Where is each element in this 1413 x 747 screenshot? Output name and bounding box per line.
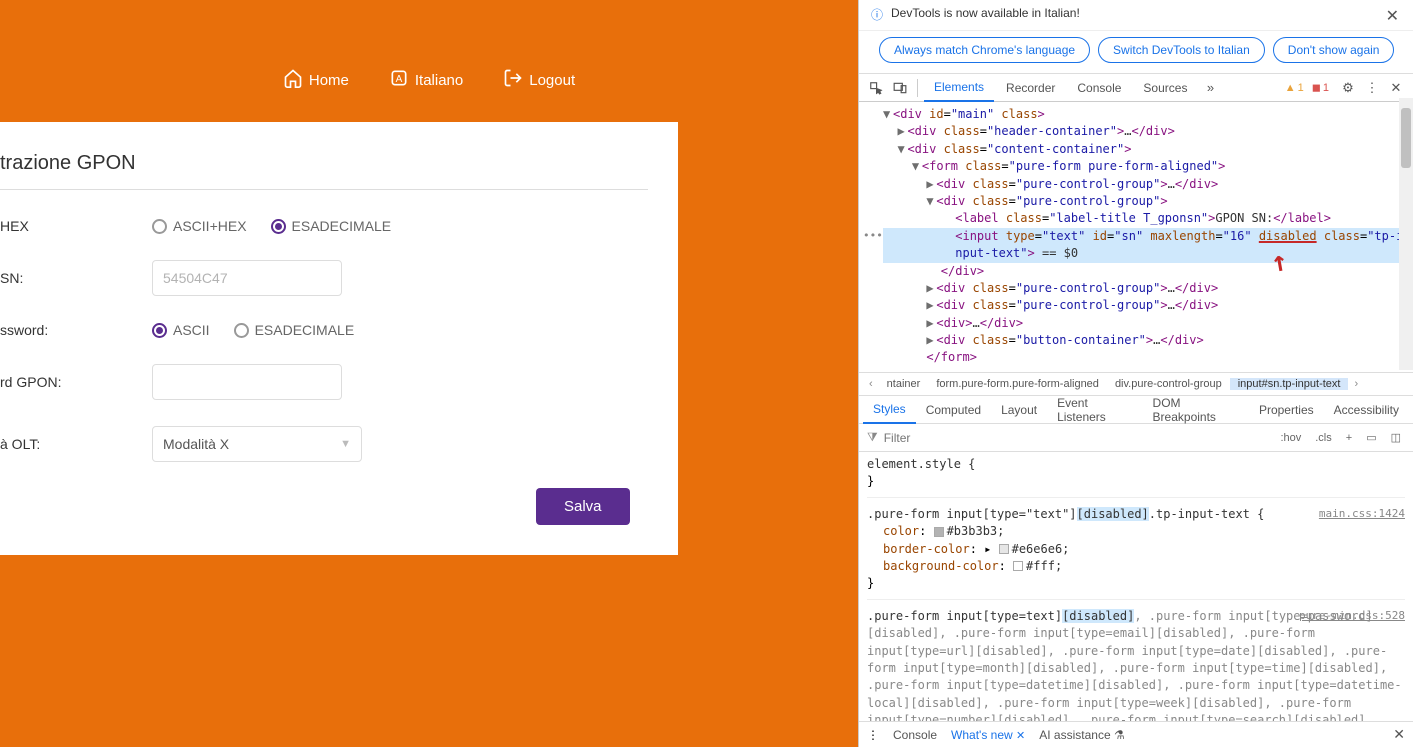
crumb-scroll-left[interactable]: ‹ xyxy=(863,378,879,390)
radio-ascii[interactable]: ASCII xyxy=(152,322,210,338)
chevron-down-icon: ▼ xyxy=(340,438,351,450)
subtab-computed[interactable]: Computed xyxy=(916,396,991,424)
devtools-tabs: Elements Recorder Console Sources » ▲1 ◼… xyxy=(859,74,1413,102)
filter-input[interactable] xyxy=(884,431,1271,445)
nav-language-label: Italiano xyxy=(415,72,463,89)
styles-subtabs: Styles Computed Layout Event Listeners D… xyxy=(859,396,1413,424)
gpon-password-input[interactable] xyxy=(152,364,342,400)
drawer-tab-console[interactable]: Console xyxy=(893,728,937,742)
nav-logout-label: Logout xyxy=(529,72,575,89)
tab-elements[interactable]: Elements xyxy=(924,74,994,102)
row-sn: SN: xyxy=(0,260,648,296)
hov-toggle[interactable]: :hov xyxy=(1276,432,1305,444)
subtab-event-listeners[interactable]: Event Listeners xyxy=(1047,396,1142,424)
olt-mode-select[interactable]: Modalità X ▼ xyxy=(152,426,362,462)
nav-logout[interactable]: Logout xyxy=(503,68,575,92)
more-tabs-icon[interactable]: » xyxy=(1199,77,1221,99)
label-sn: SN: xyxy=(0,270,152,286)
subtab-styles[interactable]: Styles xyxy=(863,396,916,424)
close-icon: ✕ xyxy=(1016,730,1025,742)
style-source-link[interactable]: pure-min.css:528 xyxy=(1299,608,1405,624)
kebab-icon[interactable]: ⋮ xyxy=(1361,77,1383,99)
nav-home[interactable]: Home xyxy=(283,68,349,92)
banner-btn-dont-show[interactable]: Don't show again xyxy=(1273,37,1395,63)
crumb-container[interactable]: ntainer xyxy=(879,378,929,390)
style-source-link[interactable]: main.css:1424 xyxy=(1319,506,1405,522)
sidebar-toggle-icon[interactable]: ◫ xyxy=(1387,431,1405,444)
save-button[interactable]: Salva xyxy=(536,488,630,525)
scrollbar[interactable] xyxy=(1399,98,1413,370)
crumb-scroll-right[interactable]: › xyxy=(1348,378,1364,390)
info-icon: ⓘ xyxy=(871,6,883,23)
styles-panel[interactable]: element.style { } main.css:1424 .pure-fo… xyxy=(859,452,1413,721)
radio-esadecimale-2[interactable]: ESADECIMALE xyxy=(234,322,355,338)
devtools-panel: ⓘ DevTools is now available in Italian! … xyxy=(858,0,1413,747)
radio-icon xyxy=(271,219,286,234)
style-rule: main.css:1424 .pure-form input[type="tex… xyxy=(867,506,1405,600)
logout-icon xyxy=(503,68,523,92)
filter-icon: ⧩ xyxy=(867,430,878,445)
select-value: Modalità X xyxy=(163,436,229,452)
row-olt-mode: à OLT: Modalità X ▼ xyxy=(0,426,648,462)
nav-language[interactable]: A Italiano xyxy=(389,68,463,92)
style-rule: element.style { } xyxy=(867,456,1405,498)
radio-icon xyxy=(152,323,167,338)
label-hex: HEX xyxy=(0,218,152,234)
drawer: ⋮ Console What's new ✕ AI assistance ⚗ ✕ xyxy=(859,721,1413,747)
issues-badge[interactable]: ◼1 xyxy=(1312,81,1329,94)
dom-selected-line: ••• <input type="text" id="sn" maxlength… xyxy=(883,228,1413,245)
inspect-icon[interactable] xyxy=(865,77,887,99)
settings-card: trazione GPON HEX ASCII+HEX ESADECIMALE … xyxy=(0,122,678,555)
banner-text: DevTools is now available in Italian! xyxy=(891,6,1374,20)
subtab-layout[interactable]: Layout xyxy=(991,396,1047,424)
radio-icon xyxy=(234,323,249,338)
kebab-icon[interactable]: ⋮ xyxy=(867,728,879,742)
nav-home-label: Home xyxy=(309,72,349,89)
close-icon[interactable]: ✕ xyxy=(1393,726,1405,743)
new-rule-icon[interactable]: + xyxy=(1342,432,1356,444)
subtab-dom-breakpoints[interactable]: DOM Breakpoints xyxy=(1143,396,1249,424)
tab-console[interactable]: Console xyxy=(1067,74,1131,102)
warnings-badge[interactable]: ▲1 xyxy=(1285,82,1304,94)
breadcrumb: ‹ ntainer form.pure-form.pure-form-align… xyxy=(859,372,1413,396)
cls-toggle[interactable]: .cls xyxy=(1311,432,1336,444)
devtools-banner: ⓘ DevTools is now available in Italian! … xyxy=(859,0,1413,31)
dom-tree[interactable]: ▼<div id="main" class> ▶<div class="head… xyxy=(859,102,1413,372)
tab-recorder[interactable]: Recorder xyxy=(996,74,1065,102)
banner-btn-always-match[interactable]: Always match Chrome's language xyxy=(879,37,1090,63)
row-hex-mode: HEX ASCII+HEX ESADECIMALE xyxy=(0,218,648,234)
radio-esadecimale-1[interactable]: ESADECIMALE xyxy=(271,218,392,234)
styles-filter-bar: ⧩ :hov .cls + ▭ ◫ xyxy=(859,424,1413,452)
tab-sources[interactable]: Sources xyxy=(1133,74,1197,102)
subtab-accessibility[interactable]: Accessibility xyxy=(1324,396,1409,424)
crumb-input[interactable]: input#sn.tp-input-text xyxy=(1230,378,1349,390)
label-olt: à OLT: xyxy=(0,436,152,452)
page-title: trazione GPON xyxy=(0,152,648,190)
app-pane: Home A Italiano Logout trazione GPON HEX… xyxy=(0,0,858,747)
radio-ascii-hex[interactable]: ASCII+HEX xyxy=(152,218,247,234)
computed-toggle-icon[interactable]: ▭ xyxy=(1362,431,1380,444)
subtab-properties[interactable]: Properties xyxy=(1249,396,1324,424)
radio-icon xyxy=(152,219,167,234)
label-gpon-password: rd GPON: xyxy=(0,374,152,390)
banner-btn-switch[interactable]: Switch DevTools to Italian xyxy=(1098,37,1265,63)
drawer-tab-whatsnew[interactable]: What's new ✕ xyxy=(951,728,1025,742)
row-gpon-password: rd GPON: xyxy=(0,364,648,400)
banner-buttons: Always match Chrome's language Switch De… xyxy=(859,31,1413,74)
crumb-form[interactable]: form.pure-form.pure-form-aligned xyxy=(928,378,1107,390)
row-password-mode: ssword: ASCII ESADECIMALE xyxy=(0,322,648,338)
label-password: ssword: xyxy=(0,322,152,338)
close-icon[interactable]: ✕ xyxy=(1385,77,1407,99)
gear-icon[interactable]: ⚙ xyxy=(1337,77,1359,99)
close-icon[interactable]: ✕ xyxy=(1382,6,1403,26)
style-rule: pure-min.css:528 .pure-form input[type=t… xyxy=(867,608,1405,721)
language-icon: A xyxy=(389,68,409,92)
drawer-tab-ai[interactable]: AI assistance ⚗ xyxy=(1039,728,1124,742)
device-toggle-icon[interactable] xyxy=(889,77,911,99)
crumb-div[interactable]: div.pure-control-group xyxy=(1107,378,1230,390)
sn-input[interactable] xyxy=(152,260,342,296)
home-icon xyxy=(283,68,303,92)
svg-text:A: A xyxy=(396,74,403,85)
top-nav: Home A Italiano Logout xyxy=(0,68,858,92)
